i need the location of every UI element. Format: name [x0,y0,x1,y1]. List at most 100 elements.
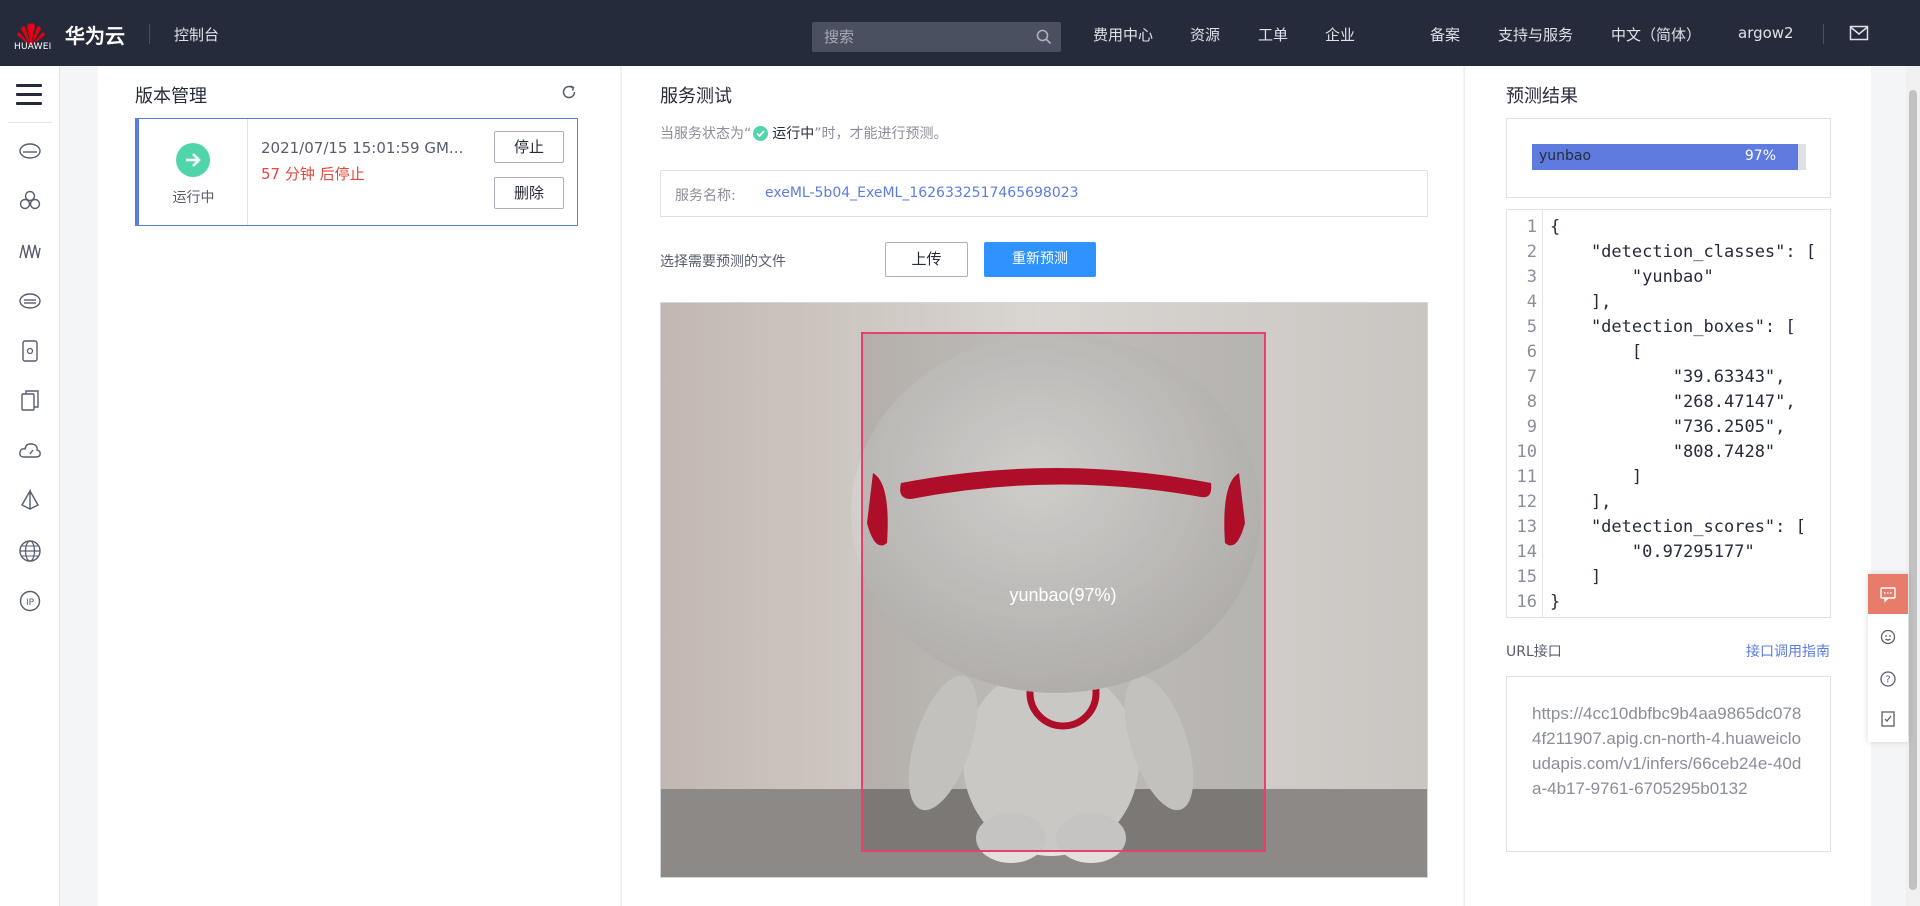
cloud-drive-icon[interactable] [17,288,43,314]
line-number: 5 [1526,317,1537,337]
line-number: 1 [1526,217,1537,237]
line-number: 11 [1516,467,1537,487]
service-name-field: 服务名称: exeML-5b04_ExeML_16263325174656980… [660,170,1428,217]
logo-text: HUAWEI [14,42,52,52]
waves-icon[interactable] [17,238,43,264]
hint-text: 当服务状态为“ [660,126,752,142]
result-panel: 预测结果 yunbao 97% 1{2 "detection_classes":… [1464,66,1871,906]
hint-text: ”时，才能进行预测。 [814,126,948,142]
brand-name[interactable]: 华为云 [65,20,125,49]
chat-icon [1880,587,1896,603]
nav-user[interactable]: argow2 [1738,24,1794,42]
cluster-icon[interactable] [17,188,43,214]
cloud-gauge-icon[interactable] [17,438,43,464]
check-circle-icon [753,125,769,141]
nav-billing[interactable]: 费用中心 [1093,24,1153,45]
code-text: } [1550,592,1561,612]
code-text: "268.47147", [1550,392,1796,412]
copy-icon[interactable] [17,388,43,414]
line-number: 15 [1516,567,1537,587]
line-number: 4 [1526,292,1537,312]
nav-icp[interactable]: 备案 [1430,24,1460,45]
stop-button[interactable]: 停止 [494,131,564,163]
url-field[interactable]: https://4cc10dbfbc9b4aa9865dc0784f211907… [1506,676,1831,852]
console-link[interactable]: 控制台 [174,24,219,45]
cloud-server-icon[interactable] [17,138,43,164]
code-text: "detection_classes": [ [1550,242,1817,262]
code-text: ] [1550,467,1643,487]
code-line: 4 ], [1507,290,1830,315]
gutter [1871,66,1906,906]
version-date: 2021/07/15 15:01:59 GM... [261,139,464,157]
line-number: 7 [1526,367,1537,387]
confidence-label: yunbao [1539,148,1592,164]
nav-resources[interactable]: 资源 [1190,24,1220,45]
nav-language[interactable]: 中文（简体） [1611,24,1701,45]
feedback-icon[interactable] [1879,710,1897,728]
robot-icon[interactable] [1879,628,1897,646]
version-card[interactable]: 运行中 2021/07/15 15:01:59 GM... 57 分钟 后停止 … [135,118,578,226]
hint-status: 运行中 [772,126,815,142]
code-text: "yunbao" [1550,267,1714,287]
code-line: 2 "detection_classes": [ [1507,240,1830,265]
panel-title: 服务测试 [660,86,732,107]
chat-button[interactable] [1868,574,1908,614]
code-line: 13 "detection_scores": [ [1507,515,1830,540]
delete-button[interactable]: 删除 [494,177,564,209]
scrollbar-thumb[interactable] [1909,90,1917,890]
top-bar: HUAWEI 华为云 控制台 费用中心 资源 工单 企业 备案 支持与服务 中文… [0,0,1920,66]
code-line: 14 "0.97295177" [1507,540,1830,565]
refresh-icon[interactable] [560,83,578,101]
confidence-bar: yunbao 97% [1532,144,1806,170]
prediction-image: yunbao(97%) [660,302,1428,878]
globe-icon[interactable] [17,538,43,564]
search-icon[interactable] [1035,28,1053,46]
repredict-button[interactable]: 重新预测 [984,242,1096,277]
service-hint: 当服务状态为“ 运行中 ”时，才能进行预测。 [660,123,948,143]
stop-countdown: 57 分钟 后停止 [261,165,365,183]
line-number: 8 [1526,392,1537,412]
code-line: 1{ [1507,215,1830,240]
code-text: "detection_scores": [ [1550,517,1806,537]
nav-support[interactable]: 支持与服务 [1498,24,1573,45]
confidence-bar-box: yunbao 97% [1506,118,1831,198]
code-text: "39.63343", [1550,367,1786,387]
code-line: 16} [1507,590,1830,615]
line-number: 3 [1526,267,1537,287]
help-icon[interactable]: ? [1879,670,1897,688]
code-line: 10 "808.7428" [1507,440,1830,465]
detection-box-label: yunbao(97%) [1009,585,1116,605]
version-panel: 版本管理 运行中 2021/07/15 15:01:59 GM... 57 分钟… [98,66,620,906]
search-input[interactable] [824,28,1024,46]
file-select-label: 选择需要预测的文件 [660,254,786,270]
sail-icon[interactable] [17,488,43,514]
code-line: 7 "39.63343", [1507,365,1830,390]
api-guide-link[interactable]: 接口调用指南 [1746,641,1830,661]
upload-button[interactable]: 上传 [885,242,968,277]
code-text: [ [1550,342,1643,362]
json-output: 1{2 "detection_classes": [3 "yunbao" 4 ],… [1506,209,1831,618]
nav-enterprise[interactable]: 企业 [1325,24,1355,45]
line-number: 10 [1516,442,1537,462]
code-text: ], [1550,292,1612,312]
code-line: 5 "detection_boxes": [ [1507,315,1830,340]
divider [1823,24,1824,44]
line-number: 2 [1526,242,1537,262]
code-line: 15 ] [1507,565,1830,590]
line-number: 13 [1516,517,1537,537]
mail-icon[interactable] [1849,24,1869,42]
floating-toolbar: ? [1868,574,1908,742]
code-line: 12 ], [1507,490,1830,515]
service-name-value[interactable]: exeML-5b04_ExeML_1626332517465698023 [765,185,1079,201]
ip-icon[interactable]: IP [17,588,43,614]
confidence-percent: 97% [1744,148,1776,164]
menu-icon[interactable] [16,84,42,106]
search-box[interactable] [812,22,1061,52]
code-line: 9 "736.2505", [1507,415,1830,440]
line-number: 16 [1516,592,1537,612]
code-line: 8 "268.47147", [1507,390,1830,415]
code-text: ] [1550,567,1602,587]
nav-tickets[interactable]: 工单 [1258,24,1288,45]
tablet-icon[interactable] [17,338,43,364]
line-number: 6 [1526,342,1537,362]
